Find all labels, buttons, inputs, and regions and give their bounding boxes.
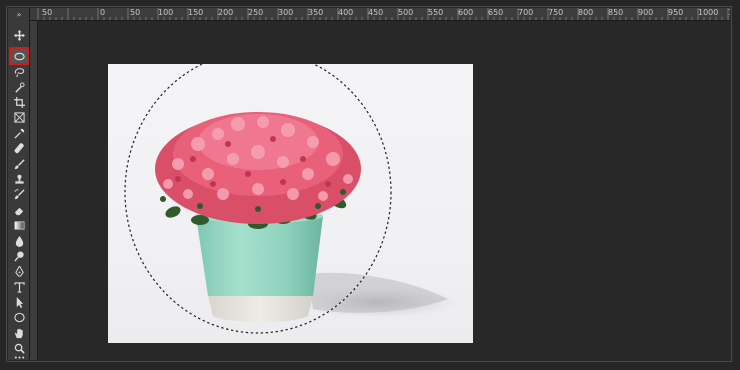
photoshop-window: » 50 0 50 100 150 200 250 300 350 400 45… bbox=[0, 0, 740, 370]
tools-panel: » bbox=[8, 8, 30, 360]
history-brush-tool-icon[interactable] bbox=[11, 187, 27, 201]
gradient-tool-icon[interactable] bbox=[11, 218, 27, 232]
canvas-workspace[interactable] bbox=[38, 21, 730, 360]
ruler-label: 250 bbox=[248, 8, 264, 17]
flower-cluster bbox=[155, 112, 361, 224]
ruler-label: 650 bbox=[488, 8, 504, 17]
clone-stamp-tool-icon[interactable] bbox=[11, 172, 27, 186]
healing-brush-tool-icon[interactable] bbox=[11, 141, 27, 155]
elliptical-marquee-tool-icon[interactable] bbox=[9, 47, 29, 65]
eyedropper-tool-icon[interactable] bbox=[11, 126, 27, 140]
flower-pot-photo bbox=[124, 64, 458, 334]
ruler-label: 700 bbox=[518, 8, 534, 17]
document-canvas[interactable] bbox=[108, 64, 473, 343]
ruler-label: 550 bbox=[428, 8, 444, 17]
ruler-label: 800 bbox=[578, 8, 594, 17]
eraser-tool-icon[interactable] bbox=[11, 203, 27, 217]
pot-base bbox=[208, 296, 313, 322]
ruler-label: 400 bbox=[338, 8, 354, 17]
horizontal-ruler[interactable]: 50 0 50 100 150 200 250 300 350 400 450 … bbox=[30, 8, 730, 21]
frame-tool-icon[interactable] bbox=[11, 110, 27, 124]
pen-tool-icon[interactable] bbox=[11, 264, 27, 278]
move-tool-icon[interactable] bbox=[11, 28, 27, 42]
ruler-label: 950 bbox=[668, 8, 684, 17]
ruler-label: 0 bbox=[100, 8, 106, 17]
blur-tool-icon[interactable] bbox=[11, 234, 27, 248]
ruler-label: 1050 bbox=[728, 8, 730, 18]
quick-selection-tool-icon[interactable] bbox=[11, 80, 27, 94]
brush-tool-icon[interactable] bbox=[11, 157, 27, 171]
ruler-label: 600 bbox=[458, 8, 474, 17]
ruler-label: 50 bbox=[130, 8, 141, 17]
ruler-label: 300 bbox=[278, 8, 294, 17]
ruler-label: 850 bbox=[608, 8, 624, 17]
ruler-label: 500 bbox=[398, 8, 414, 17]
collapse-toolbar-icon[interactable]: » bbox=[8, 8, 30, 22]
ruler-label: 350 bbox=[308, 8, 324, 17]
ruler-label: 1000 bbox=[698, 8, 719, 17]
ellipse-shape-tool-icon[interactable] bbox=[11, 310, 27, 324]
path-selection-tool-icon[interactable] bbox=[11, 295, 27, 309]
ruler-label: 100 bbox=[158, 8, 174, 17]
crop-tool-icon[interactable] bbox=[11, 95, 27, 109]
ruler-label: 450 bbox=[368, 8, 384, 17]
vertical-ruler[interactable] bbox=[30, 21, 38, 360]
lasso-tool-icon[interactable] bbox=[11, 65, 27, 79]
hand-tool-icon[interactable] bbox=[11, 326, 27, 340]
ruler-label: 150 bbox=[188, 8, 204, 17]
dodge-tool-icon[interactable] bbox=[11, 249, 27, 263]
ruler-label: 50 bbox=[42, 8, 53, 17]
ruler-label: 200 bbox=[218, 8, 234, 17]
ruler-label: 750 bbox=[548, 8, 564, 17]
more-tools-icon[interactable] bbox=[11, 353, 27, 361]
type-tool-icon[interactable] bbox=[11, 280, 27, 294]
ruler-label: 900 bbox=[638, 8, 654, 17]
